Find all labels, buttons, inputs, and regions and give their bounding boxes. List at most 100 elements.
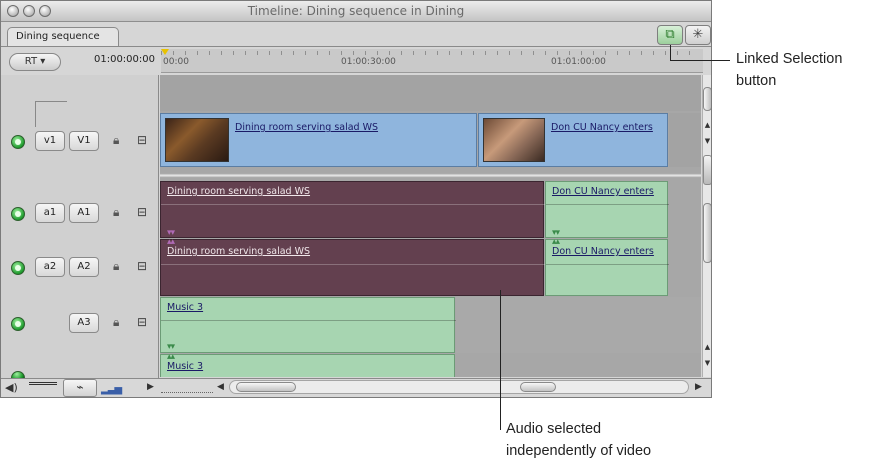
ruler-tick [605, 51, 606, 55]
audio-clip[interactable]: Music 3 ▾▾ [160, 297, 456, 353]
audio-clip[interactable]: ▴▴ Don CU Nancy enters [545, 238, 669, 296]
ruler-tick [581, 51, 582, 55]
rt-popup-button[interactable]: RT ▾ [9, 53, 61, 71]
video-clip[interactable]: Don CU Nancy enters [478, 113, 668, 167]
ruler-tick [185, 51, 186, 55]
clip-label: Don CU Nancy enters [552, 186, 654, 197]
audible-toggle[interactable] [11, 207, 25, 221]
ruler-tick [425, 51, 426, 55]
ruler-tick [305, 51, 306, 55]
source-patch-v1[interactable]: v1 [35, 131, 65, 151]
auto-select-icon[interactable]: ⊟ [137, 205, 147, 219]
track-size-icon[interactable]: ▂▃▅ [101, 384, 122, 395]
eye-icon [15, 139, 21, 145]
auto-select-icon[interactable]: ⊟ [137, 315, 147, 329]
track-height-icon[interactable] [29, 382, 57, 394]
vertical-scrollbar[interactable]: ▲ ▼ ▲ ▼ [702, 75, 711, 377]
track-divider-handle[interactable] [703, 155, 711, 185]
scroll-up-arrow-icon[interactable]: ▲ [703, 121, 711, 129]
callout-line: independently of video [506, 443, 652, 459]
callout-line: Audio selected [506, 421, 602, 437]
lock-icon[interactable]: 🔒︎ [113, 315, 119, 330]
ruler-tick [629, 51, 630, 55]
scroll-down-arrow-icon[interactable]: ▼ [703, 359, 711, 367]
playhead-icon[interactable] [161, 49, 169, 55]
audio-level-line [546, 204, 669, 205]
auto-select-icon[interactable]: ⊟ [137, 133, 147, 147]
audible-toggle[interactable] [11, 317, 25, 331]
ruler-tick [269, 51, 270, 55]
track-visibility-toggle[interactable] [11, 135, 25, 149]
ruler-tick [401, 51, 402, 55]
ruler-tick [245, 51, 246, 55]
link-indicator-icon: ▾▾ [167, 228, 175, 238]
lock-icon[interactable]: 🔒︎ [113, 133, 119, 148]
scroll-right-arrow-icon[interactable]: ▶ [695, 382, 702, 392]
patch-bracket [35, 101, 36, 127]
ruler-tick [173, 51, 174, 55]
ruler-label: 01:01:00:00 [551, 57, 606, 67]
linked-selection-icon: ⧉ [665, 27, 675, 42]
track-headers: v1 V1 🔒︎ ⊟ a1 A1 🔒︎ ⊟ a2 A2 🔒︎ ⊟ A3 🔒︎ ⊟ [1, 75, 159, 379]
ruler-tick [473, 51, 474, 55]
audio-controls-icon[interactable]: ◀) [5, 381, 18, 394]
speaker-icon [15, 211, 21, 217]
ruler-tick [461, 51, 462, 55]
patch-bracket [35, 101, 67, 102]
audio-clip-selected[interactable]: Dining room serving salad WS ▾▾ [160, 181, 545, 238]
ruler-tick [485, 51, 486, 55]
source-patch-a1[interactable]: a1 [35, 203, 65, 223]
ruler-tick [665, 51, 666, 55]
lock-icon[interactable]: 🔒︎ [113, 205, 119, 220]
audio-level-line [161, 320, 456, 321]
scroll-down-arrow-icon[interactable]: ▼ [703, 137, 711, 145]
link-indicator-icon: ▴▴ [167, 352, 175, 362]
scroll-left-arrow-icon[interactable]: ◀ [217, 382, 224, 392]
zoom-slider[interactable] [161, 383, 213, 393]
dest-patch-v1[interactable]: V1 [69, 131, 99, 151]
ruler-tick [233, 51, 234, 55]
tab-dining-sequence[interactable]: Dining sequence [7, 27, 119, 47]
callout-leader [670, 60, 730, 61]
video-audio-divider[interactable] [160, 173, 701, 178]
video-scroll-thumb[interactable] [703, 87, 711, 111]
clip-label: Don CU Nancy enters [552, 246, 654, 257]
audio-level-line [161, 204, 545, 205]
linked-selection-button[interactable]: ⧉ [657, 25, 683, 45]
horizontal-scrollbar[interactable] [229, 380, 689, 394]
clip-thumbnail [483, 118, 545, 162]
dest-patch-a2[interactable]: A2 [69, 257, 99, 277]
title-bar[interactable]: Timeline: Dining sequence in Dining [1, 1, 711, 22]
audio-clip[interactable]: Don CU Nancy enters ▾▾ [545, 181, 669, 238]
audio-scroll-thumb[interactable] [703, 203, 711, 263]
dest-patch-a1[interactable]: A1 [69, 203, 99, 223]
link-indicator-icon: ▴▴ [167, 237, 175, 247]
ruler-label: 00:00 [163, 57, 189, 67]
audio-clip-selected[interactable]: ▴▴ Dining room serving salad WS [160, 237, 545, 296]
ruler-tick [545, 51, 546, 55]
zoom-control-thumb[interactable] [236, 382, 296, 392]
ruler-tick [341, 51, 342, 55]
callout-line: button [736, 73, 777, 89]
auto-select-icon[interactable]: ⊟ [137, 259, 147, 273]
scroll-up-arrow-icon[interactable]: ▲ [703, 343, 711, 351]
empty-track-region [456, 297, 701, 353]
time-ruler[interactable]: 00:00 01:00:30:00 01:01:00:00 [161, 49, 703, 73]
ruler-tick [389, 51, 390, 55]
clip-thumbnail [165, 118, 229, 162]
source-patch-a2[interactable]: a2 [35, 257, 65, 277]
video-clip[interactable]: Dining room serving salad WS [160, 113, 477, 167]
lock-icon[interactable]: 🔒︎ [113, 259, 119, 274]
clip-label: Dining room serving salad WS [235, 122, 379, 133]
audible-toggle[interactable] [11, 261, 25, 275]
expand-arrow-icon[interactable]: ▶ [147, 382, 154, 392]
callout-linked-selection: Linked Selection button [736, 48, 842, 92]
clip-overlays-button[interactable]: ⌁ [63, 379, 97, 397]
timecode-field[interactable]: 01:00:00:00 [67, 51, 159, 71]
timeline-tracks[interactable]: Dining room serving salad WS Don CU Nanc… [160, 75, 701, 377]
dest-patch-a3[interactable]: A3 [69, 313, 99, 333]
ruler-tick [557, 51, 558, 55]
audio-clip[interactable]: ▴▴ Music 3 [160, 352, 455, 377]
snapping-button[interactable]: ✳ [685, 25, 711, 45]
scroll-thumb[interactable] [520, 382, 556, 392]
